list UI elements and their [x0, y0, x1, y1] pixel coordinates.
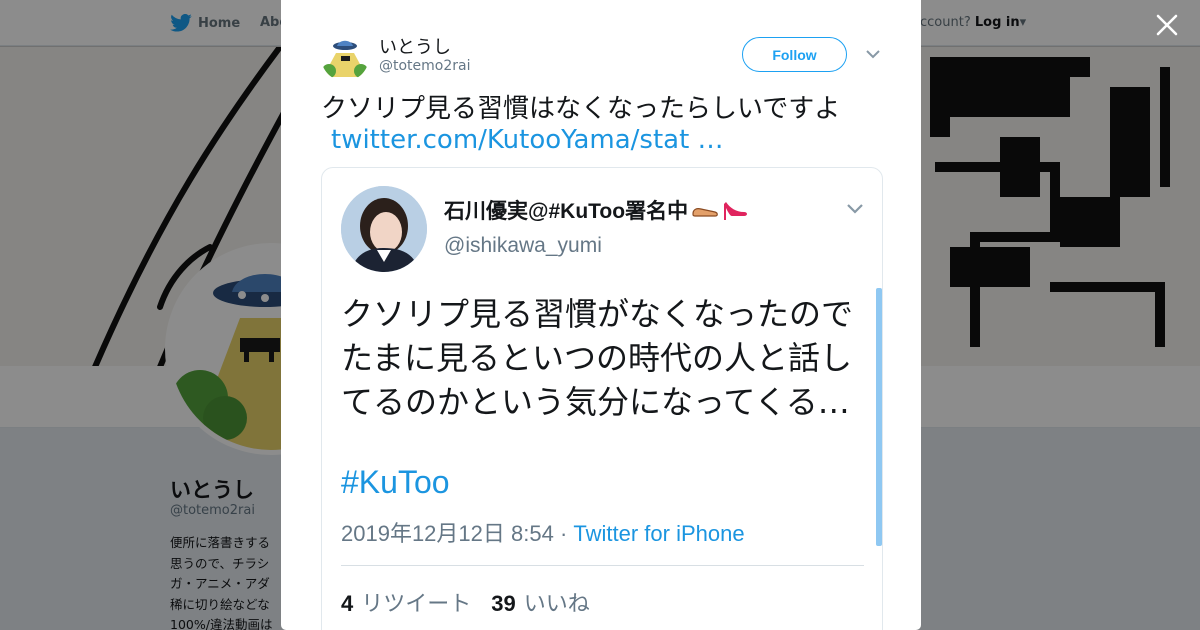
quoted-tweet-text: クソリプ見る習慣がなくなったのでたまに見るといつの時代の人と話してるのかという気…	[341, 295, 854, 421]
hashtag-link[interactable]: #KuToo	[341, 464, 450, 501]
tweet-quote-link[interactable]: twitter.com/KutooYama/stat …	[331, 125, 724, 155]
quoted-author-avatar[interactable]	[341, 186, 427, 272]
quoted-author-handle[interactable]: @ishikawa_yumi	[444, 234, 602, 258]
like-stat[interactable]: 39 いいね	[491, 586, 590, 618]
quoted-author-name-text: 石川優実@#KuToo署名中	[444, 200, 689, 223]
quoted-tweet-meta: 2019年12月12日 8:54 · Twitter for iPhone	[341, 516, 745, 548]
high-heel-icon	[724, 202, 748, 220]
quoted-tweet-date[interactable]: 2019年12月12日 8:54	[341, 521, 554, 546]
divider	[341, 565, 864, 566]
tweet-text: クソリプ見る習慣はなくなったらしいですよtwitter.com/KutooYam…	[321, 94, 881, 156]
tweet-author-avatar[interactable]	[321, 33, 369, 81]
scrollbar-thumb[interactable]	[876, 288, 882, 546]
like-label: いいね	[523, 591, 590, 616]
retweet-label: リツイート	[361, 591, 472, 616]
follow-button[interactable]: Follow	[742, 37, 847, 72]
quoted-author-name[interactable]: 石川優実@#KuToo署名中	[444, 195, 750, 225]
quoted-tweet-card[interactable]: 石川優実@#KuToo署名中 @ishikawa_yumi クソリプ見る習慣がな…	[321, 167, 883, 630]
meta-separator: ·	[553, 521, 574, 546]
retweet-count: 4	[341, 591, 354, 616]
close-icon[interactable]	[1154, 12, 1180, 38]
tweet-author-name[interactable]: いとうし	[379, 33, 451, 59]
shoe-icon	[692, 208, 718, 217]
tweet-modal: いとうし @totemo2rai Follow クソリプ見る習慣はなくなったらし…	[281, 0, 921, 630]
tweet-author-handle[interactable]: @totemo2rai	[379, 58, 471, 74]
like-count: 39	[491, 591, 516, 616]
tweet-stats: 4 リツイート 39 いいね	[341, 586, 590, 618]
tweet-source-link[interactable]: Twitter for iPhone	[573, 521, 744, 546]
retweet-stat[interactable]: 4 リツイート	[341, 586, 471, 618]
chevron-down-icon[interactable]	[865, 48, 881, 60]
chevron-down-icon[interactable]	[846, 202, 864, 214]
tweet-body: クソリプ見る習慣はなくなったらしいですよ	[321, 94, 841, 124]
